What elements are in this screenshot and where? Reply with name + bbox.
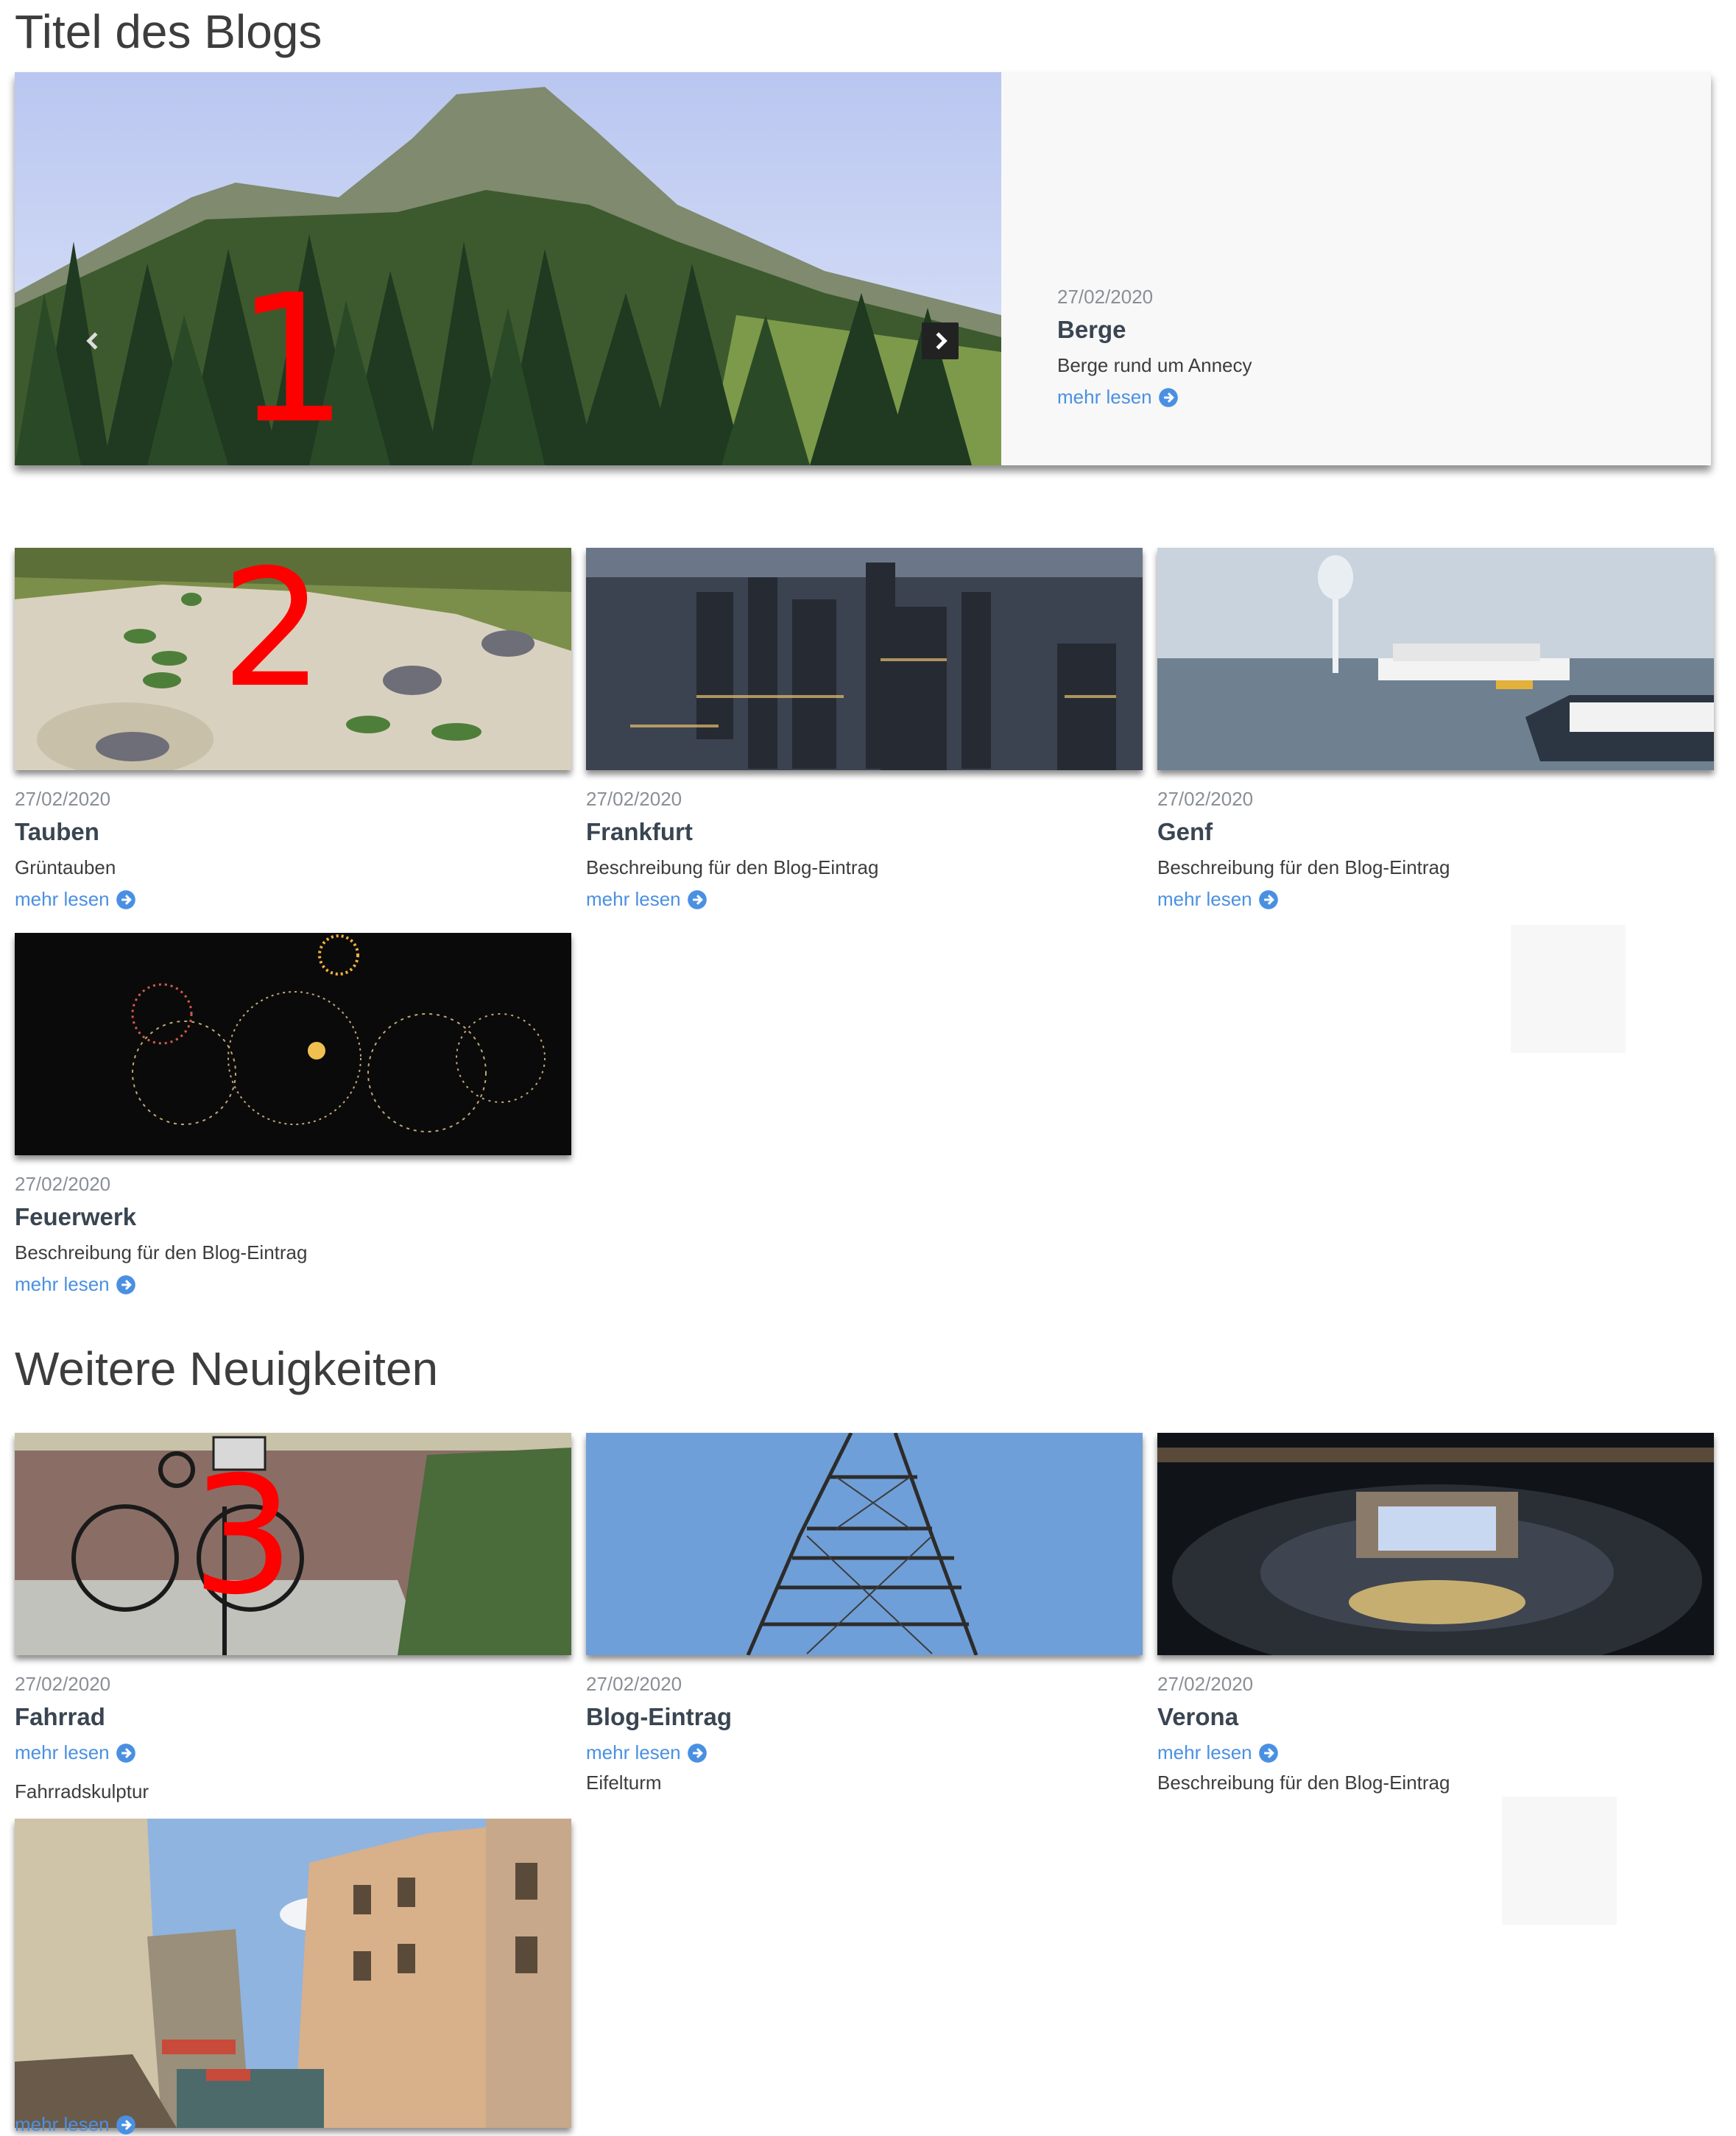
post-card[interactable]: 3 27/02/2020 Fahrrad mehr lesen Fahrrads… [15,1433,571,1812]
read-more-link[interactable]: mehr lesen [15,888,136,911]
post-date: 27/02/2020 [15,1173,111,1195]
post-text: 27/02/2020 Verona mehr lesen Beschreibun… [1157,1673,1714,1794]
arrow-right-circle-icon [1258,1743,1278,1763]
arrow-right-circle-icon [116,2115,135,2135]
carousel-prev-button[interactable] [75,322,112,359]
post-title[interactable]: Fahrrad [15,1703,571,1731]
post-image[interactable] [586,1433,1143,1655]
post-image[interactable] [1157,1433,1714,1655]
post-text: 27/02/2020 Feuerwerk Beschreibung für de… [15,1173,571,1296]
read-more-link[interactable]: mehr lesen [1157,888,1279,911]
empty-placeholder [1502,1797,1617,1925]
post-image[interactable] [15,1819,571,2128]
post-date: 27/02/2020 [15,1673,111,1695]
read-more-label: mehr lesen [15,888,110,910]
post-description: Fahrradskulptur [15,1780,149,1802]
chevron-right-icon [936,332,948,350]
read-more-label: mehr lesen [586,888,681,910]
post-card[interactable]: mehr lesen [15,1819,571,2135]
read-more-label: mehr lesen [586,1741,681,1763]
arrow-right-circle-icon [116,1743,135,1763]
read-more-link[interactable]: mehr lesen [15,1741,136,1764]
read-more-label: mehr lesen [1157,1741,1252,1763]
post-title[interactable]: Blog-Eintrag [586,1703,1143,1731]
image-fireworks [15,933,571,1155]
post-card[interactable]: 27/02/2020 Frankfurt Beschreibung für de… [586,548,1143,911]
read-more-label: mehr lesen [15,2113,110,2135]
arrow-right-circle-icon [687,889,707,909]
read-more-label: mehr lesen [1057,386,1152,408]
post-description: Beschreibung für den Blog-Eintrag [586,856,879,878]
post-title[interactable]: Genf [1157,818,1714,846]
post-card[interactable]: 27/02/2020 Verona mehr lesen Beschreibun… [1157,1433,1714,1803]
post-description: Berge rund um Annecy [1057,354,1252,376]
arrow-right-circle-icon [116,1275,135,1294]
post-card[interactable]: 27/02/2020 Blog-Eintrag mehr lesen Eifel… [586,1433,1143,1803]
post-date: 27/02/2020 [586,788,682,810]
arrow-right-circle-icon [687,1743,707,1763]
post-text: 27/02/2020 Fahrrad mehr lesen Fahrradsku… [15,1673,571,1803]
image-annecy-canal [15,1819,571,2128]
post-description: Eifelturm [586,1772,662,1794]
post-image[interactable] [1157,548,1714,770]
image-geneva-lake [1157,548,1714,770]
post-title[interactable]: Berge [1057,316,1646,344]
post-description: Beschreibung für den Blog-Eintrag [15,1241,308,1263]
post-text: 27/02/2020 Genf Beschreibung für den Blo… [1157,788,1714,911]
read-more-label: mehr lesen [15,1273,110,1295]
image-verona-arena [1157,1433,1714,1655]
hero-image-mountains [15,72,1001,465]
read-more-link[interactable]: mehr lesen [586,1741,708,1764]
hero-carousel[interactable]: 1 [15,72,1001,465]
post-description: Beschreibung für den Blog-Eintrag [1157,1772,1450,1794]
image-eiffel-tower [586,1433,1143,1655]
empty-placeholder [1511,925,1626,1053]
arrow-right-circle-icon [116,889,135,909]
read-more-link[interactable]: mehr lesen [1057,386,1179,409]
read-more-label: mehr lesen [15,1741,110,1763]
post-card[interactable]: 27/02/2020 Feuerwerk Beschreibung für de… [15,933,571,1296]
post-date: 27/02/2020 [1057,286,1154,308]
post-title[interactable]: Verona [1157,1703,1714,1731]
post-description: Grüntauben [15,856,116,878]
hero-text: 27/02/2020 Berge Berge rund um Annecy me… [1057,286,1646,409]
post-date: 27/02/2020 [15,788,111,810]
post-date: 27/02/2020 [586,1673,682,1695]
post-card[interactable]: 27/02/2020 Genf Beschreibung für den Blo… [1157,548,1714,911]
carousel-next-button[interactable] [922,322,959,359]
post-title[interactable]: Frankfurt [586,818,1143,846]
image-frankfurt-skyline [586,548,1143,770]
post-text: mehr lesen [15,2113,136,2136]
read-more-link[interactable]: mehr lesen [15,1273,136,1296]
annotation-marker-1: 1 [236,256,348,462]
post-date: 27/02/2020 [1157,788,1254,810]
post-date: 27/02/2020 [1157,1673,1254,1695]
post-description: Beschreibung für den Blog-Eintrag [1157,856,1450,878]
post-text: 27/02/2020 Frankfurt Beschreibung für de… [586,788,1143,911]
arrow-right-circle-icon [1258,889,1278,909]
post-image[interactable] [586,548,1143,770]
post-text: 27/02/2020 Tauben Grüntauben mehr lesen [15,788,571,911]
post-image[interactable] [15,933,571,1155]
read-more-link[interactable]: mehr lesen [1157,1741,1279,1764]
section-title: Weitere Neuigkeiten [15,1342,439,1395]
hero-card: 1 27/02/2020 Berge Berge rund um Annecy … [15,72,1711,465]
annotation-marker-3: 3 [191,1442,294,1630]
chevron-left-icon [86,332,98,350]
page-title: Titel des Blogs [15,5,322,58]
post-title[interactable]: Feuerwerk [15,1203,571,1231]
annotation-marker-2: 2 [221,535,324,723]
post-card[interactable]: 2 27/02/2020 Tauben Grüntauben mehr lese… [15,548,571,911]
post-text: 27/02/2020 Blog-Eintrag mehr lesen Eifel… [586,1673,1143,1794]
read-more-link[interactable]: mehr lesen [586,888,708,911]
read-more-link[interactable]: mehr lesen [15,2113,136,2136]
arrow-right-circle-icon [1158,387,1178,407]
read-more-label: mehr lesen [1157,888,1252,910]
post-title[interactable]: Tauben [15,818,571,846]
